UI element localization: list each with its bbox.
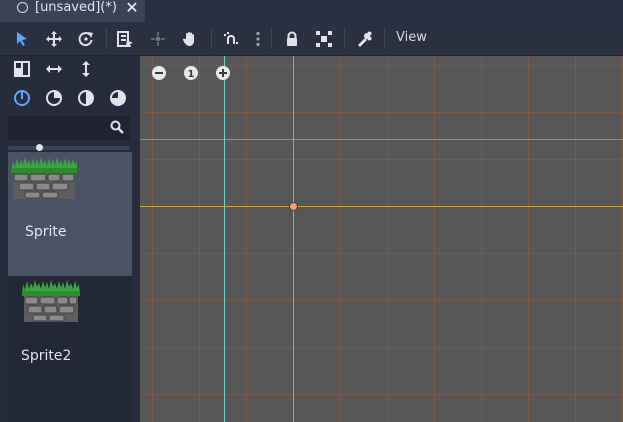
- flip-vertical-icon[interactable]: [77, 60, 95, 78]
- more-icon[interactable]: [249, 30, 267, 48]
- zoom-out-icon[interactable]: [151, 65, 167, 81]
- tile-search-field[interactable]: [8, 116, 130, 140]
- scene-tab-title: [unsaved](*): [35, 0, 117, 15]
- origin-handle[interactable]: [289, 202, 298, 211]
- toolbar-separator: [271, 29, 272, 49]
- rotate-0-icon[interactable]: [13, 89, 31, 107]
- zoom-in-icon[interactable]: [215, 65, 231, 81]
- rotate-270-icon[interactable]: [109, 89, 127, 107]
- tile-item-label: Sprite: [25, 224, 67, 240]
- layout-icon[interactable]: [13, 60, 31, 78]
- scene-circle-icon: [17, 2, 28, 13]
- tile-list: Sprite Sprite2: [8, 152, 132, 422]
- scene-tab-bar: [unsaved](*) ✕: [0, 0, 623, 22]
- tile-item-label: Sprite2: [21, 348, 72, 364]
- rotate-90-icon[interactable]: [45, 89, 63, 107]
- select-icon[interactable]: [13, 30, 31, 48]
- canvas-toolbar: View: [0, 22, 623, 56]
- zoom-reset-label: 1: [188, 69, 195, 80]
- pivot-icon[interactable]: [149, 30, 167, 48]
- zoom-reset-button[interactable]: 1: [183, 65, 199, 81]
- slider-thumb[interactable]: [35, 144, 43, 151]
- search-icon: [109, 119, 125, 135]
- rotate-icon[interactable]: [77, 30, 95, 48]
- pan-icon[interactable]: [181, 30, 199, 48]
- viewport-grid: [140, 56, 623, 422]
- grass-stone-tile-icon: [11, 157, 77, 201]
- snap-icon[interactable]: [222, 30, 240, 48]
- toolbar-separator: [384, 29, 385, 49]
- tile-item-sprite[interactable]: Sprite: [8, 152, 132, 276]
- rotate-180-icon[interactable]: [77, 89, 95, 107]
- toolbar-separator: [211, 29, 212, 49]
- list-icon[interactable]: [116, 30, 134, 48]
- scene-tab[interactable]: [unsaved](*) ✕: [0, 0, 145, 22]
- close-tab-icon[interactable]: ✕: [124, 0, 140, 16]
- move-icon[interactable]: [45, 30, 63, 48]
- group-icon[interactable]: [315, 30, 333, 48]
- lock-icon[interactable]: [283, 30, 301, 48]
- canvas-viewport[interactable]: 1: [140, 56, 623, 422]
- toolbar-separator: [106, 29, 107, 49]
- thumbnail-size-slider[interactable]: [8, 144, 130, 151]
- toolbar-separator: [344, 29, 345, 49]
- bone-icon[interactable]: [355, 30, 373, 48]
- flip-horizontal-icon[interactable]: [45, 60, 63, 78]
- tile-item-sprite2[interactable]: Sprite2: [8, 276, 132, 400]
- tile-palette-panel: Sprite Sprite2: [0, 56, 140, 422]
- view-menu[interactable]: View: [396, 29, 427, 47]
- grass-stone-tile-icon: [18, 280, 84, 324]
